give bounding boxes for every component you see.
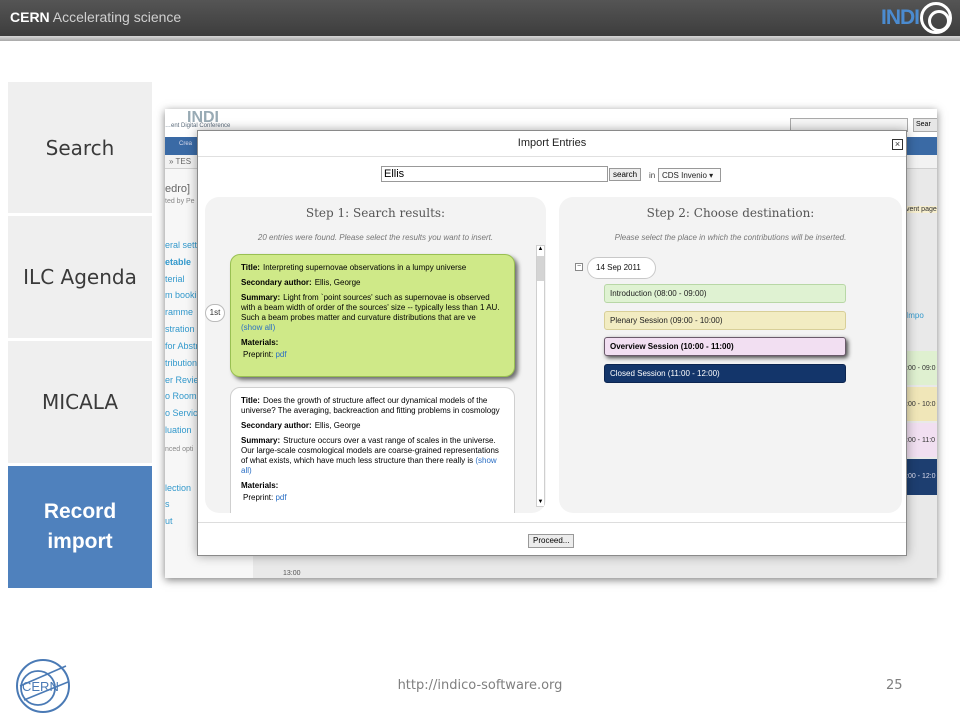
result-title: Interpreting supernovae observations in … (262, 263, 467, 272)
brand: CERN Accelerating science (10, 9, 181, 25)
top-bar: CERN Accelerating science INDI (0, 0, 960, 36)
scroll-down-icon[interactable]: ▼ (537, 499, 544, 506)
close-icon[interactable]: × (892, 139, 903, 150)
scroll-up-icon[interactable]: ▲ (537, 246, 544, 253)
summary-label: Summary: (241, 293, 281, 302)
bg-right-label[interactable]: Impo (906, 311, 937, 320)
bg-menu-item[interactable]: o Rooms (165, 391, 201, 401)
result-rank-badge: 1st (205, 304, 225, 322)
bg-menu-item[interactable]: eral setti (165, 240, 199, 250)
bg-subtitle: …ent Digital Conference (165, 123, 231, 129)
title-label: Title: (241, 263, 260, 272)
pdf-link[interactable]: pdf (275, 493, 286, 502)
bg-menu-item[interactable]: luation (165, 425, 192, 435)
nav-item-label-line-1: Record (43, 500, 117, 523)
search-result-card[interactable]: Title: Does the growth of structure affec… (230, 387, 515, 513)
bg-search-button[interactable]: Sear (913, 118, 937, 132)
dialog-title: Import Entries (517, 137, 587, 149)
nav-item-label-line-2: import (47, 530, 113, 553)
source-select[interactable]: CDS Invenio ▾ (658, 168, 721, 182)
step1-panel: Step 1: Search results: 20 entries were … (205, 197, 546, 513)
dialog-divider (198, 156, 906, 157)
nav-item-label: MICALA (41, 390, 119, 414)
nav-item-label: Record import (44, 497, 116, 557)
indico-logo: INDI (881, 2, 952, 34)
bg-right-label[interactable]: vent page (906, 206, 937, 213)
scrollbar-thumb[interactable] (537, 256, 544, 281)
result-title: Does the growth of structure affect our … (241, 396, 500, 415)
chevron-down-icon: ▾ (709, 171, 714, 180)
author-label: Secondary author: (241, 421, 312, 430)
indico-logo-text: INDI (881, 6, 920, 29)
nav-item-micala[interactable]: MICALA (8, 341, 152, 463)
search-button[interactable]: search (609, 168, 642, 181)
session-slot[interactable]: Closed Session (11:00 - 12:00) (604, 364, 846, 383)
material-name: Preprint: (243, 350, 274, 359)
brand-tagline: Accelerating science (52, 9, 182, 25)
bg-menu-item[interactable]: for Abstr (165, 341, 199, 351)
bg-title-fragment: edro] (165, 183, 191, 195)
materials-label: Materials: (241, 338, 279, 347)
page-number: 25 (886, 678, 903, 693)
bg-right-label: :00 - 10:0 (906, 387, 937, 421)
date-node[interactable]: 14 Sep 2011 (587, 257, 656, 279)
step2-subtitle: Please select the place in which the con… (614, 233, 847, 242)
indico-logo-mark (920, 2, 952, 34)
step2-panel: Step 2: Choose destination: Please selec… (559, 197, 902, 513)
result-author: Ellis, George (314, 421, 361, 430)
dialog-footer-divider (198, 522, 906, 523)
nav-item-search[interactable]: Search (8, 82, 152, 213)
bg-menu-item[interactable]: lection (165, 483, 191, 493)
proceed-button[interactable]: Proceed... (528, 534, 575, 548)
materials-label: Materials: (241, 481, 279, 490)
pdf-link[interactable]: pdf (275, 350, 286, 359)
in-label: in (649, 171, 656, 180)
bg-menu-item[interactable]: ut (165, 516, 173, 526)
bg-menu-item[interactable]: s (165, 499, 170, 509)
nav-item-record-import[interactable]: Record import (8, 466, 152, 588)
step1-subtitle: 20 entries were found. Please select the… (257, 233, 494, 242)
bg-menu-item[interactable]: etable (165, 257, 191, 267)
author-label: Secondary author: (241, 278, 312, 287)
top-bar-accent (0, 36, 960, 41)
indico-screenshot: INDI …ent Digital Conference Sear Crea »… (165, 109, 937, 578)
source-select-value: CDS Invenio (662, 171, 707, 180)
import-entries-dialog: Import Entries × search in CDS Invenio ▾… (197, 130, 907, 556)
session-slot[interactable]: Introduction (08:00 - 09:00) (604, 284, 846, 303)
footer-url[interactable]: http://indico-software.org (0, 678, 960, 693)
bg-menu-item[interactable]: stration (165, 324, 195, 334)
show-all-link[interactable]: (show all) (241, 323, 275, 332)
result-author: Ellis, George (314, 278, 361, 287)
nav-item-label: ILC Agenda (23, 265, 137, 289)
bg-menu-item[interactable]: nced opti (165, 446, 193, 453)
bg-subtitle-fragment: ted by Pe (165, 198, 195, 205)
title-label: Title: (241, 396, 260, 405)
step1-title: Step 1: Search results: (305, 206, 446, 220)
bg-right-label: :00 - 12:0 (906, 459, 937, 495)
slide: CERN Accelerating science INDI Search IL… (0, 0, 960, 720)
search-input[interactable] (381, 166, 608, 182)
bg-right-label: :00 - 11:0 (906, 423, 937, 457)
bg-menu-item[interactable]: terial (165, 274, 185, 284)
bg-menu-item[interactable]: ramme (165, 307, 193, 317)
material-name: Preprint: (243, 493, 274, 502)
summary-label: Summary: (241, 436, 281, 445)
bg-right-label: :00 - 09:0 (906, 351, 937, 385)
brand-name: CERN (10, 9, 50, 25)
results-scrollbar[interactable]: ▲ ▼ (536, 245, 545, 507)
nav-item-label: Search (45, 135, 115, 160)
session-slot[interactable]: Plenary Session (09:00 - 10:00) (604, 311, 846, 330)
session-slot-selected[interactable]: Overview Session (10:00 - 11:00) (604, 337, 846, 356)
collapse-icon[interactable]: − (575, 263, 583, 271)
nav-item-ilc-agenda[interactable]: ILC Agenda (8, 216, 152, 338)
bg-right-column: vent page Impo :00 - 09:0 :00 - 10:0 :00… (906, 201, 937, 501)
step2-title: Step 2: Choose destination: (646, 206, 815, 220)
bg-nav-item[interactable]: Crea (179, 141, 192, 147)
search-result-card[interactable]: Title: Interpreting supernovae observatio… (230, 254, 515, 377)
bg-time-label: 13:00 (283, 570, 301, 577)
